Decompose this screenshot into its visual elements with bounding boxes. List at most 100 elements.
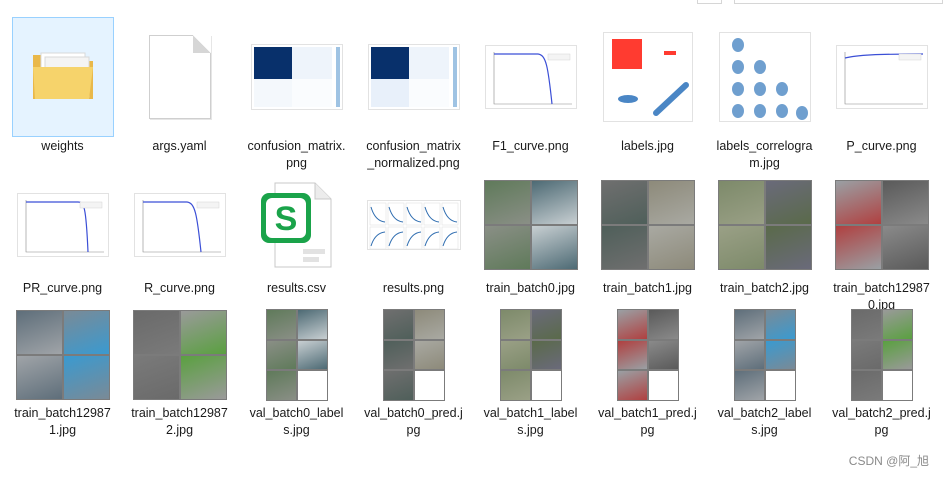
- item-thumbnail: [364, 172, 464, 278]
- batch-image-tile: [734, 310, 764, 339]
- batch-image-tile: [617, 310, 647, 339]
- item-thumbnail: [13, 172, 113, 278]
- batch-image-tile: [500, 310, 530, 339]
- item-thumbnail: [715, 172, 815, 278]
- item-thumbnail: [481, 307, 581, 403]
- file-item[interactable]: val_batch2_pred.jpg: [829, 307, 934, 439]
- validation-batch-thumbnail: [733, 309, 796, 401]
- item-thumbnail: [247, 307, 347, 403]
- batch-image-tile: [484, 181, 530, 224]
- validation-batch-thumbnail: [499, 309, 562, 401]
- item-label: weights: [41, 139, 84, 153]
- batch-image-tile: [835, 226, 881, 269]
- file-item[interactable]: labels_correlogram.jpg: [712, 18, 817, 172]
- file-item[interactable]: args.yaml: [127, 18, 232, 155]
- batch-image-tile: [266, 340, 296, 370]
- batch-image-tile: [383, 310, 413, 339]
- file-item[interactable]: val_batch0_labels.jpg: [244, 307, 349, 439]
- file-item[interactable]: results.png: [361, 172, 466, 297]
- item-thumbnail: [598, 307, 698, 403]
- item-label: P_curve.png: [846, 139, 917, 153]
- batch-image-tile: [835, 181, 881, 224]
- file-item[interactable]: P_curve.png: [829, 18, 934, 155]
- batch-image-tile: [734, 340, 764, 370]
- file-item[interactable]: train_batch0.jpg: [478, 172, 583, 297]
- file-item[interactable]: val_batch1_pred.jpg: [595, 307, 700, 439]
- batch-image-tile: [266, 371, 296, 400]
- item-label: val_batch1_pred.jpg: [598, 406, 697, 437]
- batch-image-tile: [297, 310, 327, 339]
- training-batch-thumbnail: [834, 180, 929, 270]
- file-item[interactable]: train_batch129871.jpg: [10, 307, 115, 439]
- search-box-edge: [734, 0, 943, 4]
- batch-image-tile: [414, 340, 444, 370]
- file-item[interactable]: train_batch2.jpg: [712, 172, 817, 297]
- training-batch-thumbnail: [483, 180, 578, 270]
- batch-image-tile: [851, 340, 881, 370]
- validation-batch-thumbnail: [850, 309, 913, 401]
- item-label: PR_curve.png: [22, 281, 103, 295]
- item-thumbnail: [832, 18, 932, 136]
- batch-image-tile: [718, 226, 764, 269]
- batch-image-tile: [648, 226, 694, 269]
- item-label: results.csv: [266, 281, 327, 295]
- batch-image-tile: [414, 310, 444, 339]
- spreadsheet-csv-icon: S: [259, 179, 335, 271]
- batch-image-tile: [383, 371, 413, 400]
- batch-image-tile: [765, 340, 795, 370]
- watermark: CSDN @阿_旭: [848, 454, 929, 468]
- batch-image-tile: [16, 356, 62, 399]
- batch-image-tile: [531, 310, 561, 339]
- batch-image-tile: [617, 371, 647, 400]
- item-thumbnail: [364, 307, 464, 403]
- batch-image-tile: [133, 356, 179, 399]
- file-item[interactable]: train_batch1.jpg: [595, 172, 700, 297]
- toolbar-remnant: [0, 0, 943, 6]
- confusion-matrix-thumbnail: [367, 44, 460, 110]
- item-label: train_batch2.jpg: [720, 281, 809, 295]
- item-thumbnail: [130, 307, 230, 403]
- curve-plot-thumbnail: [484, 45, 577, 109]
- batch-image-tile: [531, 181, 577, 224]
- batch-image-tile: [882, 226, 928, 269]
- confusion-matrix-thumbnail: [250, 44, 343, 110]
- folder-icon: [31, 47, 95, 108]
- batch-image-tile: [765, 371, 795, 400]
- file-item[interactable]: labels.jpg: [595, 18, 700, 155]
- file-item[interactable]: train_batch129870.jpg: [829, 172, 934, 314]
- file-item[interactable]: confusion_matrix.png: [244, 18, 349, 172]
- item-label: val_batch0_labels.jpg: [249, 406, 344, 437]
- file-item[interactable]: val_batch1_labels.jpg: [478, 307, 583, 439]
- file-item[interactable]: PR_curve.png: [10, 172, 115, 297]
- file-item[interactable]: Sresults.csv: [244, 172, 349, 297]
- curve-plot-thumbnail: [133, 193, 226, 257]
- batch-image-tile: [882, 310, 912, 339]
- batch-image-tile: [601, 181, 647, 224]
- item-label: val_batch2_pred.jpg: [832, 406, 931, 437]
- batch-image-tile: [531, 226, 577, 269]
- item-label: args.yaml: [152, 139, 207, 153]
- file-item[interactable]: val_batch2_labels.jpg: [712, 307, 817, 439]
- item-label: labels.jpg: [621, 139, 674, 153]
- file-item[interactable]: R_curve.png: [127, 172, 232, 297]
- batch-image-tile: [180, 311, 226, 354]
- file-item[interactable]: val_batch0_pred.jpg: [361, 307, 466, 439]
- validation-batch-thumbnail: [265, 309, 328, 401]
- training-batch-thumbnail: [132, 310, 227, 400]
- batch-image-tile: [851, 371, 881, 400]
- file-item[interactable]: confusion_matrix_normalized.png: [361, 18, 466, 172]
- batch-image-tile: [180, 356, 226, 399]
- batch-image-tile: [882, 340, 912, 370]
- item-label: val_batch2_labels.jpg: [717, 406, 812, 437]
- batch-image-tile: [765, 310, 795, 339]
- item-thumbnail: [130, 172, 230, 278]
- item-thumbnail: [130, 18, 230, 136]
- item-label: confusion_matrix_normalized.png: [366, 139, 461, 170]
- item-label: results.png: [382, 281, 445, 295]
- batch-image-tile: [266, 310, 296, 339]
- toolbar-segment: [697, 0, 722, 4]
- file-item[interactable]: F1_curve.png: [478, 18, 583, 155]
- folder-item[interactable]: weights: [10, 17, 115, 155]
- item-thumbnail: [715, 18, 815, 136]
- file-item[interactable]: train_batch129872.jpg: [127, 307, 232, 439]
